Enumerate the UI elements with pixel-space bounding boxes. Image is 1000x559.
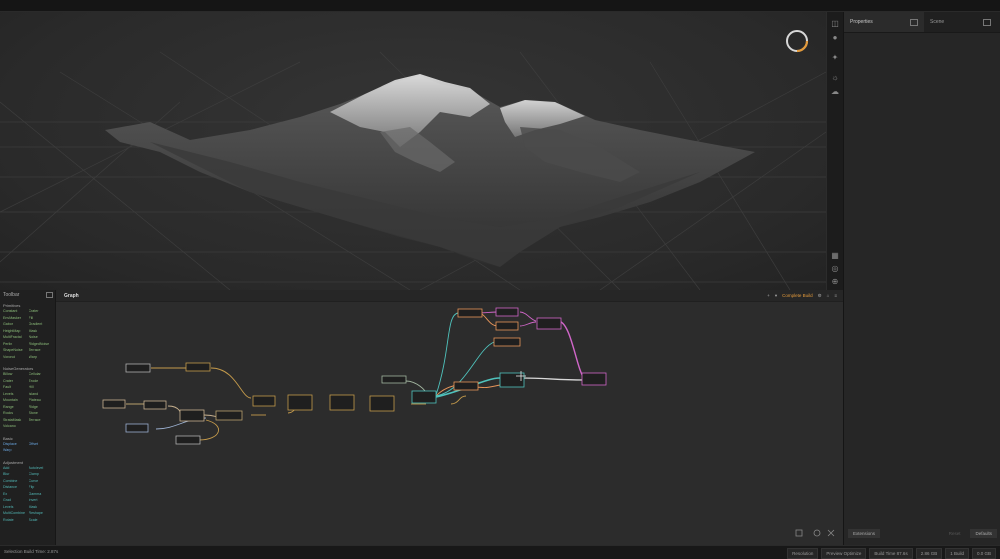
library-item[interactable]: Island	[29, 392, 53, 398]
defaults-button[interactable]: Defaults	[970, 528, 997, 538]
3d-viewport[interactable]	[0, 12, 826, 290]
status-item[interactable]: Build Time 87.6s	[869, 548, 913, 559]
library-item[interactable]: Crater	[3, 379, 27, 385]
library-item[interactable]: StrataMask	[3, 418, 27, 424]
library-section-title: NoiseGenerators	[3, 366, 34, 371]
status-item[interactable]: 1 Build	[945, 548, 969, 559]
tab-scene[interactable]: Scene	[924, 12, 950, 32]
library-item[interactable]: Constant	[3, 309, 27, 315]
library-item[interactable]: Mask	[29, 505, 53, 511]
library-item[interactable]: ShapeNoise	[3, 348, 27, 354]
library-item[interactable]: Noise	[29, 335, 53, 341]
library-item[interactable]: Ridge	[29, 405, 53, 411]
library-item[interactable]: Crater	[29, 309, 53, 315]
status-item[interactable]: 2.86 GB	[915, 548, 943, 559]
properties-panel: Properties Scene Extensions Reset Defaul…	[843, 12, 1000, 545]
library-item[interactable]: Warp	[29, 355, 53, 361]
library-item[interactable]: Curve	[29, 479, 53, 485]
library-item[interactable]: Displace	[3, 442, 27, 448]
status-item[interactable]: Preview Optimize	[821, 548, 867, 559]
library-item[interactable]: Voronoi	[3, 355, 27, 361]
tab-scene-label: Scene	[930, 19, 945, 25]
library-item[interactable]: Gamma	[29, 492, 53, 498]
globe-icon[interactable]: ◎	[829, 263, 841, 273]
target-icon[interactable]: ⊕	[829, 276, 841, 286]
node-graph-canvas[interactable]	[56, 290, 843, 545]
library-item[interactable]: Billow	[3, 372, 27, 378]
tab-properties-label: Properties	[850, 19, 873, 25]
library-item[interactable]: Terrace	[29, 418, 53, 424]
library-item[interactable]: Offset	[29, 442, 53, 448]
library-item[interactable]: Stone	[29, 411, 53, 417]
library-item[interactable]: Gradient	[29, 322, 53, 328]
loading-ring-icon	[786, 30, 809, 53]
viewport-toolbar: ◫ ● ✦ ☼ ☁ ▦ ◎ ⊕	[826, 12, 843, 290]
library-item[interactable]: HeightMap	[3, 329, 27, 335]
library-item[interactable]: Invert	[29, 498, 53, 504]
node-library: Toolbar Primitives Constant Crater EnvMask…	[0, 290, 56, 545]
graph-corner-tools[interactable]	[795, 529, 835, 537]
library-item[interactable]: Perlin	[3, 342, 27, 348]
library-item[interactable]: Erode	[29, 379, 53, 385]
library-item[interactable]: Levels	[3, 505, 27, 511]
terrain-render	[0, 30, 826, 290]
library-section-title: Basic	[3, 435, 13, 441]
library-item[interactable]: Cellular	[29, 372, 53, 378]
panel-layout-icon[interactable]	[910, 18, 918, 26]
library-section-title: Primitives	[3, 303, 21, 308]
library-toggle-icon[interactable]	[46, 292, 53, 298]
library-item[interactable]: Distance	[3, 485, 27, 491]
library-item[interactable]: Hill	[29, 385, 53, 391]
status-bar: Selection Build Time: 2.87s Resolution P…	[0, 545, 1000, 559]
grid-icon[interactable]: ▦	[829, 250, 841, 260]
library-item[interactable]: Rocks	[3, 411, 27, 417]
library-item[interactable]: Rotate	[3, 518, 27, 524]
library-item[interactable]: MultiCombine	[3, 511, 27, 517]
person-icon[interactable]: ●	[829, 32, 841, 42]
reset-button[interactable]: Reset	[949, 531, 961, 536]
library-item[interactable]: RidgedNoise	[29, 342, 53, 348]
library-item[interactable]: Mountain	[3, 398, 27, 404]
library-item[interactable]: Reshape	[29, 511, 53, 517]
library-item[interactable]: Ex	[3, 492, 27, 498]
panel-menu-icon[interactable]	[983, 18, 991, 26]
library-item[interactable]: Warp	[3, 448, 27, 454]
camera-icon[interactable]: ◫	[829, 18, 841, 28]
status-text: Selection Build Time: 2.87s	[4, 549, 59, 554]
status-item[interactable]: 0.0 GB	[971, 548, 996, 559]
library-item[interactable]: MultiFractal	[3, 335, 27, 341]
library-item[interactable]: Autolevel	[29, 466, 53, 472]
sun-icon[interactable]: ✦	[829, 52, 841, 62]
library-item[interactable]: Volcano	[3, 424, 27, 430]
library-title: Toolbar	[3, 292, 20, 298]
library-item[interactable]: Mask	[29, 329, 53, 335]
library-item[interactable]: Blur	[3, 472, 27, 478]
library-item[interactable]: Range	[3, 405, 27, 411]
status-item[interactable]: Resolution	[787, 548, 819, 559]
cloud-icon[interactable]: ☁	[829, 86, 841, 96]
library-item[interactable]: Levels	[3, 392, 27, 398]
library-item[interactable]: Gabor	[3, 322, 27, 328]
library-item[interactable]: Combine	[3, 479, 27, 485]
library-item[interactable]: Clamp	[29, 472, 53, 478]
library-item[interactable]: Flip	[29, 485, 53, 491]
library-item[interactable]: EnvMasker	[3, 316, 27, 322]
library-item[interactable]: Plateau	[29, 398, 53, 404]
library-item[interactable]: Add	[3, 466, 27, 472]
library-item[interactable]: Terrace	[29, 348, 53, 354]
light-icon[interactable]: ☼	[829, 72, 841, 82]
top-menu-bar	[0, 0, 1000, 12]
library-item[interactable]: Fault	[3, 385, 27, 391]
library-item[interactable]: Grad	[3, 498, 27, 504]
tab-properties[interactable]: Properties	[844, 12, 924, 32]
extensions-button[interactable]: Extensions	[848, 528, 881, 538]
library-item[interactable]: Scale	[29, 518, 53, 524]
node-graph[interactable]: Graph + ▾ Complete Build ⚙ ⌂ ≡	[56, 290, 843, 545]
library-section-title: Adjustment	[3, 459, 24, 465]
library-item[interactable]: Fill	[29, 316, 53, 322]
